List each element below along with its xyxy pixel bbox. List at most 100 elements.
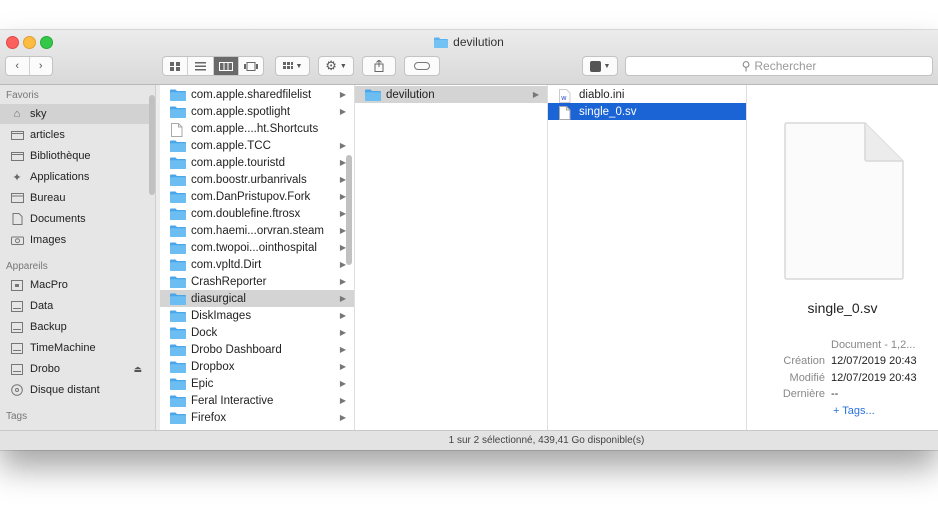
file-row[interactable]: single_0.sv: [548, 103, 746, 120]
folder-row[interactable]: com.boostr.urbanrivals ▶: [160, 171, 354, 188]
folder-row[interactable]: com.haemi...orvran.steam ▶: [160, 222, 354, 239]
folder-row[interactable]: DiskImages ▶: [160, 307, 354, 324]
sidebar-item-documents[interactable]: Documents: [10, 209, 150, 229]
sidebar-item-sky[interactable]: ⌂ sky: [0, 104, 155, 124]
back-button[interactable]: ‹: [6, 57, 30, 75]
sidebar-item-backup[interactable]: Backup: [10, 317, 150, 337]
sidebar-item-images[interactable]: Images: [10, 230, 150, 250]
sidebar-item-label: Images: [30, 234, 67, 246]
folder-icon: [170, 293, 186, 305]
disclosure-arrow-icon: ▶: [339, 107, 346, 116]
folder-row[interactable]: com.apple.touristd ▶: [160, 154, 354, 171]
add-tags-link[interactable]: + Tags...: [833, 405, 875, 417]
chevron-right-icon: ›: [38, 60, 43, 72]
disclosure-arrow-icon: ▶: [339, 294, 346, 303]
sidebar-header-favorites: Favoris: [6, 90, 39, 101]
sidebar-item-macpro[interactable]: MacPro: [10, 275, 150, 295]
tag-button[interactable]: [404, 56, 440, 76]
folder-row[interactable]: CrashReporter ▶: [160, 273, 354, 290]
disclosure-arrow-icon: ▶: [339, 396, 346, 405]
folder-row[interactable]: com.apple.sharedfilelist ▶: [160, 86, 354, 103]
disk-icon: [10, 300, 24, 312]
folder-icon: [170, 89, 186, 101]
sidebar-item-disque-distant[interactable]: Disque distant: [10, 380, 150, 400]
folder-row[interactable]: Dock ▶: [160, 324, 354, 341]
preview-pane: single_0.sv Document - 1,2... Création 1…: [747, 85, 938, 430]
preview-file-name: single_0.sv: [807, 300, 878, 316]
folder-icon: [170, 106, 186, 118]
action-button[interactable]: ⚙ ▼: [318, 56, 354, 76]
disclosure-arrow-icon: ▶: [339, 311, 346, 320]
folder-row[interactable]: diasurgical ▶: [160, 290, 354, 307]
window-title-text: devilution: [453, 35, 504, 49]
disclosure-arrow-icon: ▶: [339, 362, 346, 371]
sidebar-item-bureau[interactable]: Bureau: [10, 188, 150, 208]
forward-button[interactable]: ›: [30, 57, 53, 75]
preview-created-label: Création: [783, 355, 825, 367]
folder-icon: [10, 150, 24, 162]
sidebar-item-data[interactable]: Data: [10, 296, 150, 316]
sidebar-item-label: Backup: [30, 321, 67, 333]
folder-row[interactable]: com.twopoi...ointhospital ▶: [160, 239, 354, 256]
folder-row[interactable]: com.DanPristupov.Fork ▶: [160, 188, 354, 205]
sidebar-item-label: Disque distant: [30, 384, 100, 396]
folder-icon: [170, 395, 186, 407]
folder-icon: [170, 310, 186, 322]
folder-row[interactable]: Feral Interactive ▶: [160, 392, 354, 409]
sidebar-item-drobo[interactable]: Drobo ⏏: [10, 359, 150, 379]
folder-icon: [170, 174, 186, 186]
back-forward-control: ‹ ›: [5, 56, 53, 76]
folder-row[interactable]: Firefox ▶: [160, 409, 354, 426]
share-button[interactable]: [362, 56, 396, 76]
icon-view-button[interactable]: [163, 57, 189, 75]
folder-row[interactable]: Dropbox ▶: [160, 358, 354, 375]
sidebar-item-articles[interactable]: articles: [10, 125, 150, 145]
group-button[interactable]: ▼: [275, 56, 310, 76]
list-view-button[interactable]: [188, 57, 214, 75]
row-label: Dock: [191, 326, 218, 339]
folder-row[interactable]: com.apple.TCC ▶: [160, 137, 354, 154]
folder-row[interactable]: devilution ▶: [355, 86, 547, 103]
row-label: single_0.sv: [579, 105, 637, 118]
column-library-scrollbar[interactable]: [346, 155, 352, 265]
folder-row[interactable]: Drobo Dashboard ▶: [160, 341, 354, 358]
file-row[interactable]: w diablo.ini: [548, 86, 746, 103]
row-label: Firefox: [191, 411, 227, 424]
sidebar-scrollbar[interactable]: [149, 95, 155, 195]
folder-row[interactable]: com.vpltd.Dirt ▶: [160, 256, 354, 273]
file-row[interactable]: com.apple....ht.Shortcuts: [160, 120, 354, 137]
row-label: com.doublefine.ftrosx: [191, 207, 301, 220]
optical-disc-icon: [10, 384, 24, 396]
app-icon: [589, 60, 601, 72]
disk-icon: [10, 363, 24, 375]
search-field[interactable]: ⚲ Rechercher: [625, 56, 933, 76]
gallery-view-button[interactable]: [239, 57, 263, 75]
folder-icon: [434, 37, 449, 51]
svg-text:w: w: [561, 94, 567, 102]
search-icon: ⚲: [741, 59, 751, 73]
status-bar: 1 sur 2 sélectionné, 439,41 Go disponibl…: [155, 430, 938, 450]
app-menu-button[interactable]: ▼: [582, 56, 618, 76]
eject-icon[interactable]: ⏏: [133, 364, 142, 375]
sidebar-item-timemachine[interactable]: TimeMachine: [10, 338, 150, 358]
folder-icon: [170, 157, 186, 169]
folder-icon: [170, 242, 186, 254]
column-view-button[interactable]: [213, 57, 239, 75]
disclosure-arrow-icon: ▶: [339, 328, 346, 337]
folder-row[interactable]: Epic ▶: [160, 375, 354, 392]
folder-row[interactable]: com.apple.spotlight ▶: [160, 103, 354, 120]
column-diasurgical: devilution ▶: [355, 85, 548, 430]
folder-icon: [170, 225, 186, 237]
folder-row[interactable]: com.doublefine.ftrosx ▶: [160, 205, 354, 222]
sidebar-item-applications[interactable]: ✦ Applications: [10, 167, 150, 187]
sidebar-item-label: Data: [30, 300, 54, 312]
row-label: com.apple....ht.Shortcuts: [191, 122, 319, 135]
preview-created-value: 12/07/2019 20:43: [831, 355, 917, 367]
gear-icon: ⚙: [325, 58, 337, 73]
folder-icon: [170, 276, 186, 288]
share-icon: [374, 60, 384, 72]
folder-icon: [10, 129, 24, 141]
column-library: com.apple.sharedfilelist ▶ com.apple.spotl…: [160, 85, 355, 430]
sidebar-item-bibliotheque[interactable]: Bibliothèque: [10, 146, 150, 166]
row-label: com.apple.sharedfilelist: [191, 88, 312, 101]
